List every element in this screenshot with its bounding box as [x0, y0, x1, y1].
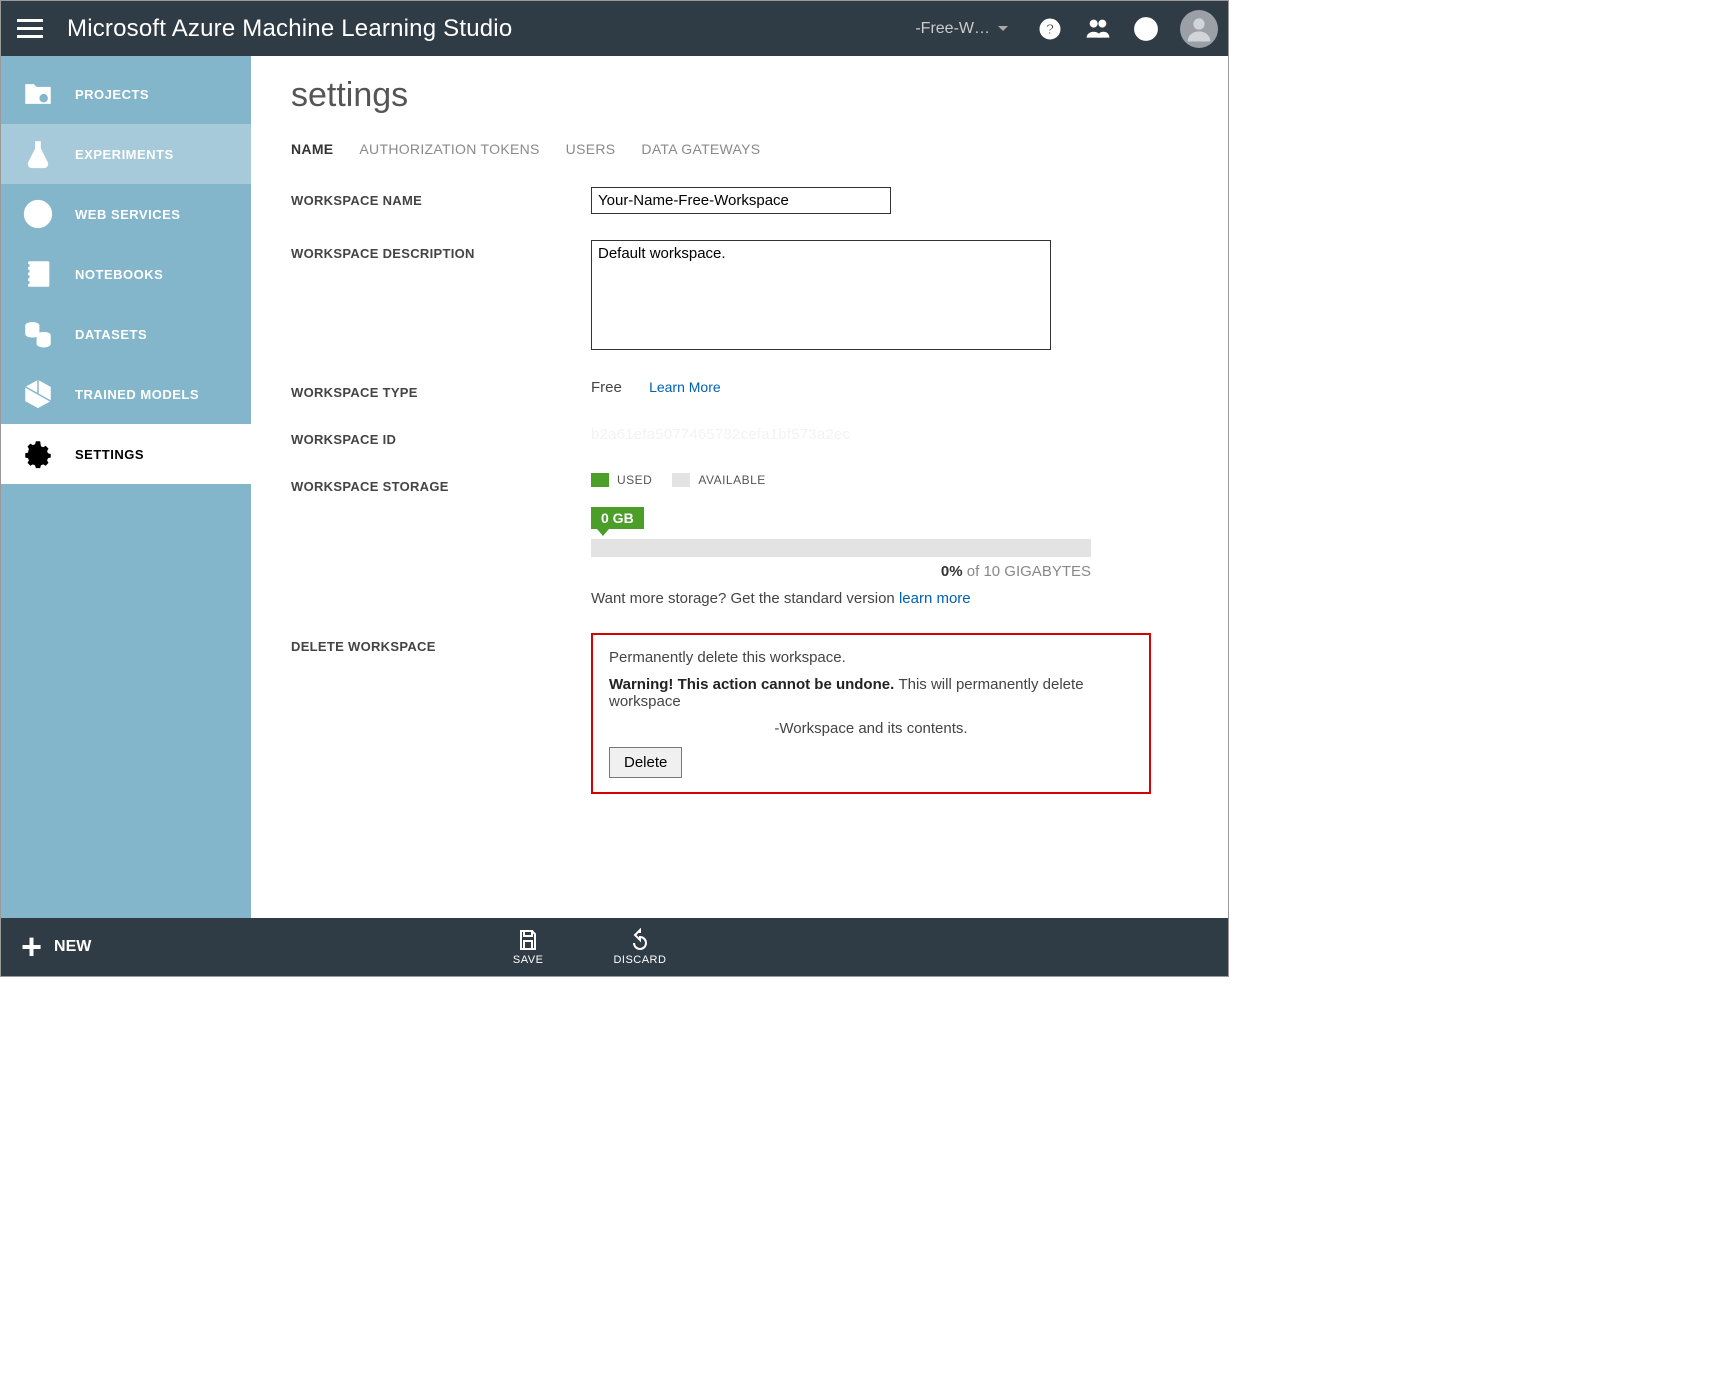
svg-text:?: ? [1045, 21, 1054, 38]
sidebar-item-experiments[interactable]: EXPERIMENTS [1, 124, 251, 184]
notebook-icon [19, 257, 57, 291]
delete-workspace-panel: Permanently delete this workspace. Warni… [591, 633, 1151, 794]
tab-users[interactable]: USERS [566, 141, 616, 157]
sidebar-item-label: NOTEBOOKS [75, 267, 163, 282]
workspace-id-value: b2a61efa5077465782cefa1bf573a2ec [591, 426, 850, 443]
avatar[interactable] [1180, 10, 1218, 48]
sidebar-item-label: PROJECTS [75, 87, 149, 102]
tab-authorization-tokens[interactable]: AUTHORIZATION TOKENS [359, 141, 539, 157]
storage-want-more: Want more storage? Get the standard vers… [591, 590, 899, 607]
workspace-dropdown[interactable]: -Free-W… [915, 20, 1008, 38]
settings-tabs: NAME AUTHORIZATION TOKENS USERS DATA GAT… [291, 141, 1188, 157]
delete-workspace-label: DELETE WORKSPACE [291, 633, 591, 654]
discard-label: DISCARD [613, 954, 666, 966]
available-swatch-icon [672, 473, 690, 487]
sidebar-item-trained-models[interactable]: TRAINED MODELS [1, 364, 251, 424]
database-icon [19, 317, 57, 351]
workspace-name-input[interactable] [591, 187, 891, 214]
tab-data-gateways[interactable]: DATA GATEWAYS [641, 141, 760, 157]
storage-legend-available: AVAILABLE [698, 473, 765, 487]
storage-caption: 0% of 10 GIGABYTES [591, 563, 1091, 580]
plus-icon: + [21, 929, 42, 965]
help-icon[interactable]: ? [1032, 11, 1068, 47]
tab-name[interactable]: NAME [291, 141, 333, 157]
discard-button[interactable]: DISCARD [613, 928, 666, 966]
sidebar-item-web-services[interactable]: WEB SERVICES [1, 184, 251, 244]
new-button-label: NEW [54, 938, 91, 956]
sidebar-item-settings[interactable]: SETTINGS [1, 424, 251, 484]
menu-hamburger-button[interactable] [17, 11, 53, 47]
used-swatch-icon [591, 473, 609, 487]
globe-icon [19, 197, 57, 231]
discard-icon [628, 928, 652, 952]
delete-warning-bold: Warning! This action cannot be undone. [609, 676, 898, 693]
workspace-storage-label: WORKSPACE STORAGE [291, 473, 591, 494]
storage-legend: USED AVAILABLE [591, 473, 1188, 487]
smile-icon[interactable] [1128, 11, 1164, 47]
delete-button[interactable]: Delete [609, 747, 682, 778]
flask-icon [19, 137, 57, 171]
delete-warning-line2: -Workspace and its contents. [609, 720, 1133, 737]
workspace-dropdown-label: -Free-W… [915, 20, 990, 38]
sidebar-item-label: EXPERIMENTS [75, 147, 174, 162]
save-label: SAVE [513, 954, 544, 966]
app-title: Microsoft Azure Machine Learning Studio [67, 15, 512, 43]
folder-icon [19, 77, 57, 111]
sidebar-item-label: WEB SERVICES [75, 207, 180, 222]
save-icon [516, 928, 540, 952]
page-title: settings [291, 76, 1188, 115]
chevron-down-icon [998, 26, 1008, 31]
workspace-type-value: Free [591, 379, 622, 396]
storage-learn-more-link[interactable]: learn more [899, 590, 971, 607]
sidebar-item-notebooks[interactable]: NOTEBOOKS [1, 244, 251, 304]
workspace-type-learn-more-link[interactable]: Learn More [649, 379, 721, 395]
delete-permanent-text: Permanently delete this workspace. [609, 649, 1133, 666]
workspace-description-input[interactable] [591, 240, 1051, 350]
storage-percent: 0% [941, 563, 963, 580]
save-button[interactable]: SAVE [513, 928, 544, 966]
sidebar-item-label: TRAINED MODELS [75, 387, 199, 402]
sidebar-item-label: SETTINGS [75, 447, 144, 462]
sidebar-item-label: DATASETS [75, 327, 147, 342]
workspace-type-label: WORKSPACE TYPE [291, 379, 591, 400]
new-button[interactable]: + NEW [1, 929, 111, 965]
workspace-id-label: WORKSPACE ID [291, 426, 591, 447]
storage-bar [591, 539, 1091, 557]
sidebar-item-datasets[interactable]: DATASETS [1, 304, 251, 364]
cube-icon [19, 377, 57, 411]
storage-total: of 10 GIGABYTES [963, 563, 1091, 580]
content-area: settings NAME AUTHORIZATION TOKENS USERS… [251, 56, 1228, 918]
sidebar: PROJECTS EXPERIMENTS WEB SERVICES NOTEBO… [1, 56, 251, 918]
delete-warning-text: Warning! This action cannot be undone. T… [609, 676, 1133, 710]
workspace-description-label: WORKSPACE DESCRIPTION [291, 240, 591, 261]
bottom-bar: + NEW SAVE DISCARD [1, 918, 1228, 976]
gear-icon [19, 437, 57, 471]
people-icon[interactable] [1080, 11, 1116, 47]
sidebar-item-projects[interactable]: PROJECTS [1, 64, 251, 124]
workspace-name-label: WORKSPACE NAME [291, 187, 591, 208]
top-bar: Microsoft Azure Machine Learning Studio … [1, 1, 1228, 56]
storage-used-badge: 0 GB [591, 507, 644, 529]
storage-legend-used: USED [617, 473, 652, 487]
